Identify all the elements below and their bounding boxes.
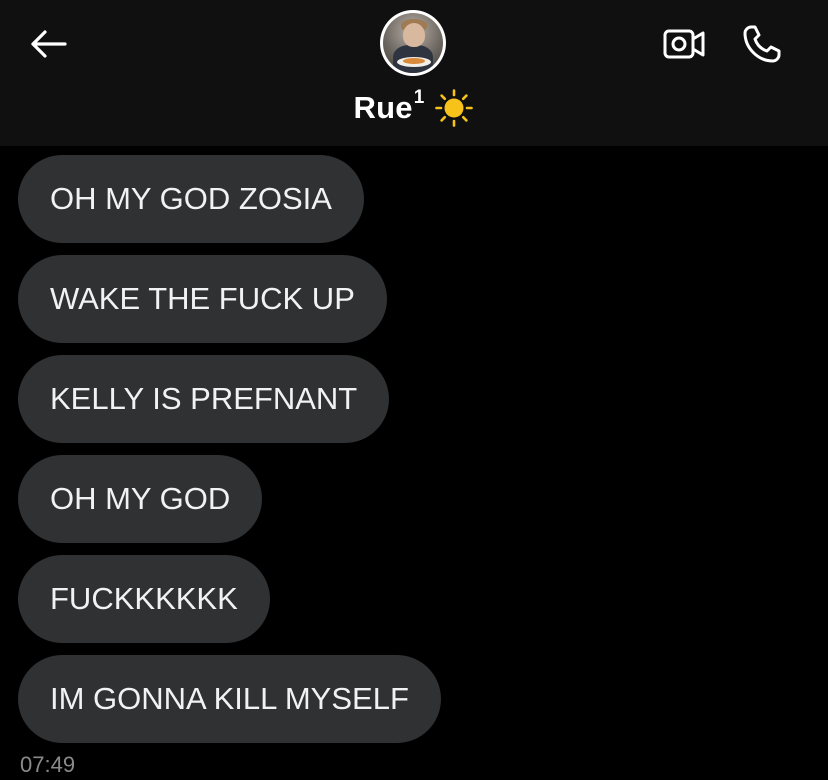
- contact-name: Rue: [353, 90, 413, 125]
- message-text: WAKE THE FUCK UP: [50, 281, 355, 316]
- message-text: OH MY GOD: [50, 481, 231, 516]
- avatar-photo: [383, 13, 443, 73]
- video-camera-icon: [663, 29, 705, 59]
- message-bubble[interactable]: OH MY GOD ZOSIA: [18, 155, 364, 243]
- message-text: KELLY IS PREFNANT: [50, 381, 358, 416]
- message-bubble[interactable]: WAKE THE FUCK UP: [18, 255, 387, 343]
- message-bubble[interactable]: IM GONNA KILL MYSELF: [18, 655, 441, 743]
- chat-header: Rue 1: [0, 0, 828, 146]
- message-bubble[interactable]: FUCKKKKKK: [18, 555, 270, 643]
- voice-call-button[interactable]: [738, 20, 786, 68]
- message-list: OH MY GOD ZOSIA WAKE THE FUCK UP KELLY I…: [0, 146, 828, 780]
- message-text: IM GONNA KILL MYSELF: [50, 681, 409, 716]
- message-bubble[interactable]: OH MY GOD: [18, 455, 263, 543]
- message-text: FUCKKKKKK: [50, 581, 238, 616]
- message-bubble[interactable]: KELLY IS PREFNANT: [18, 355, 390, 443]
- contact-title[interactable]: Rue 1: [0, 86, 828, 130]
- message-text: OH MY GOD ZOSIA: [50, 181, 332, 216]
- phone-icon: [743, 25, 781, 63]
- video-call-button[interactable]: [660, 22, 708, 66]
- streak-count: 1: [413, 87, 425, 108]
- contact-avatar[interactable]: [380, 10, 446, 76]
- back-button[interactable]: [26, 22, 70, 66]
- sun-icon: [434, 88, 474, 128]
- message-timestamp: 07:49: [20, 752, 76, 777]
- arrow-left-icon: [31, 30, 67, 58]
